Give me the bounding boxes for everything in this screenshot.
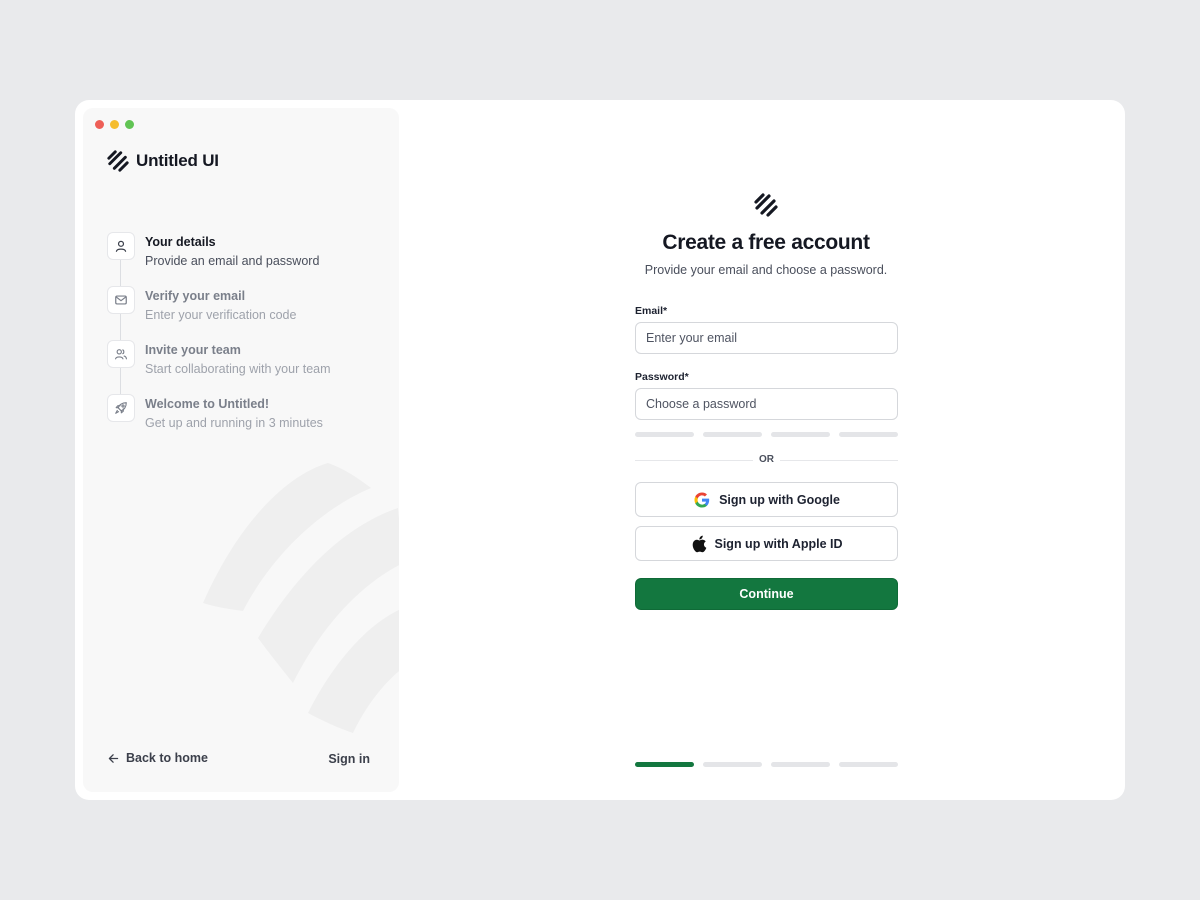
step-title: Welcome to Untitled!: [145, 397, 270, 411]
apple-icon: [692, 535, 706, 552]
password-label: Password*: [635, 371, 689, 383]
google-button-label: Sign up with Google: [719, 492, 840, 507]
brand-name: Untitled UI: [136, 151, 219, 170]
progress-segment: [771, 762, 830, 767]
arrow-left-icon: [108, 753, 119, 763]
users-icon: [107, 340, 135, 368]
sign-up-with-google-button[interactable]: Sign up with Google: [635, 482, 898, 517]
progress-segment: [703, 762, 762, 767]
strength-segment: [635, 432, 694, 437]
close-window-button[interactable]: [95, 120, 104, 129]
step-connector: [120, 368, 121, 394]
untitled-ui-logo-icon: [754, 193, 778, 217]
step-description: Provide an email and password: [145, 254, 320, 268]
decorative-logo-watermark: [203, 463, 399, 733]
google-icon: [694, 492, 710, 507]
or-divider-text: OR: [759, 454, 774, 465]
step-title: Verify your email: [145, 289, 246, 303]
step-description: Enter your verification code: [145, 308, 297, 322]
brand[interactable]: Untitled UI: [107, 150, 219, 172]
apple-button-label: Sign up with Apple ID: [714, 536, 843, 551]
email-label: Email*: [635, 305, 668, 317]
user-icon: [107, 232, 135, 260]
strength-segment: [771, 432, 830, 437]
step-connector: [120, 260, 121, 286]
continue-button[interactable]: Continue: [635, 578, 898, 610]
back-to-home-label: Back to home: [126, 751, 208, 765]
app-window: Untitled UI Your details Provide an emai…: [75, 100, 1125, 800]
sidebar: Untitled UI Your details Provide an emai…: [83, 108, 399, 792]
email-field[interactable]: [635, 322, 898, 354]
password-strength-meter: [635, 432, 898, 437]
sign-in-link[interactable]: Sign in: [328, 752, 370, 766]
step-title: Your details: [145, 235, 216, 249]
back-to-home-link[interactable]: Back to home: [107, 751, 208, 765]
progress-segment: [635, 762, 694, 767]
step-title: Invite your team: [145, 343, 241, 357]
step-description: Start collaborating with your team: [145, 362, 331, 376]
rocket-icon: [107, 394, 135, 422]
page-subtitle: Provide your email and choose a password…: [644, 263, 888, 277]
sign-up-with-apple-button[interactable]: Sign up with Apple ID: [635, 526, 898, 561]
onboarding-progress: [635, 762, 898, 767]
minimize-window-button[interactable]: [110, 120, 119, 129]
password-field[interactable]: [635, 388, 898, 420]
or-divider: OR: [635, 454, 898, 466]
step-description: Get up and running in 3 minutes: [145, 416, 323, 430]
mail-icon: [107, 286, 135, 314]
window-controls: [95, 120, 134, 129]
page-title: Create a free account: [662, 231, 870, 254]
step-connector: [120, 314, 121, 340]
strength-segment: [703, 432, 762, 437]
strength-segment: [839, 432, 898, 437]
progress-segment: [839, 762, 898, 767]
maximize-window-button[interactable]: [125, 120, 134, 129]
untitled-ui-logo-icon: [107, 150, 129, 172]
